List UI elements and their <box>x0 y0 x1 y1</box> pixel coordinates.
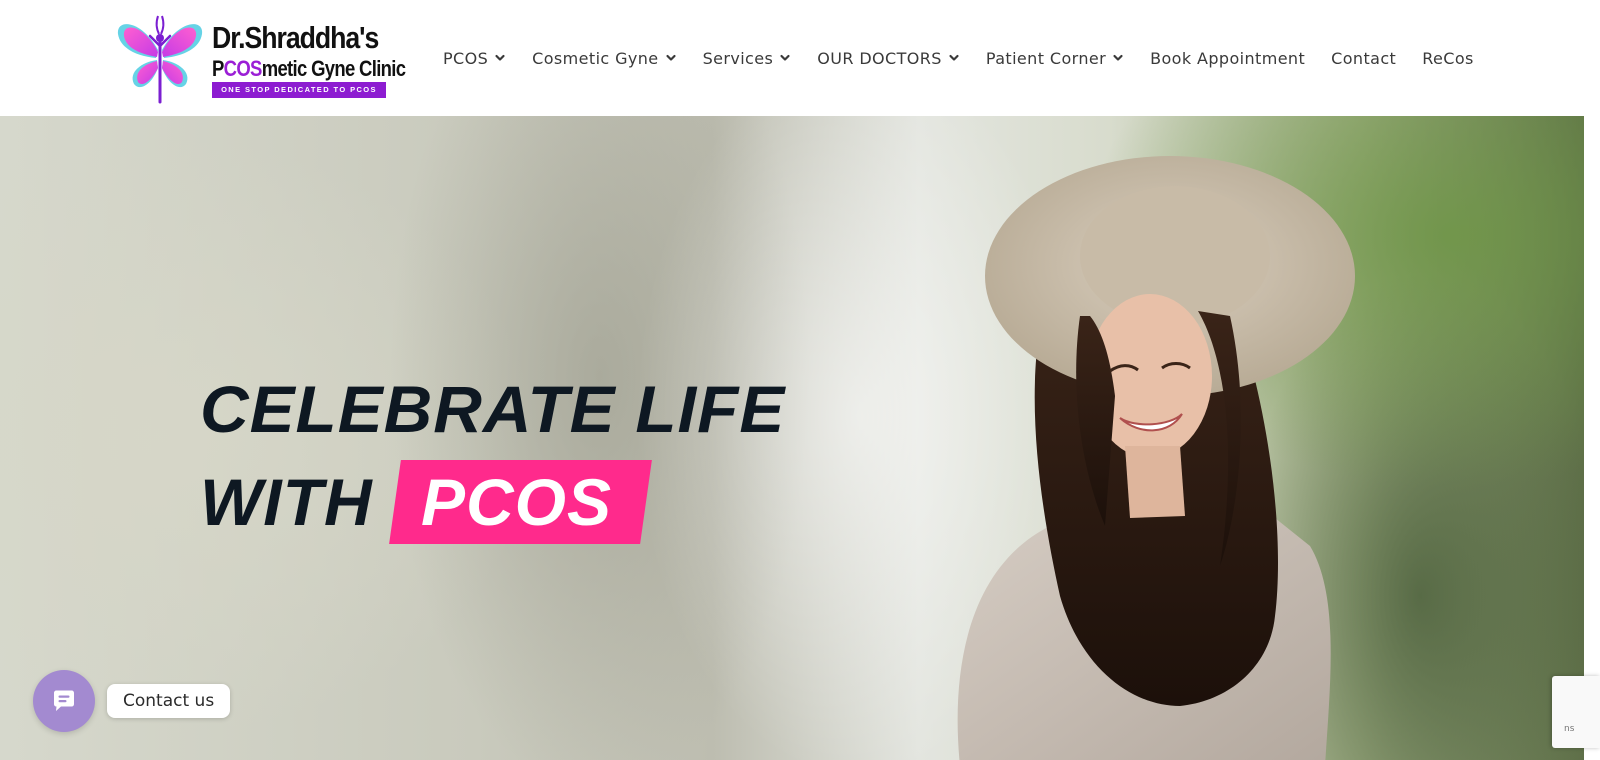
nav-label: Contact <box>1331 48 1397 68</box>
logo-doctor-name: Dr.Shraddha's <box>212 20 379 55</box>
chevron-down-icon <box>665 54 676 61</box>
site-header: Dr.Shraddha's PCOSmetic Gyne Clinic ONE … <box>0 0 1600 116</box>
page-scrollbar[interactable] <box>1584 116 1600 760</box>
recaptcha-badge[interactable]: ns <box>1552 676 1600 748</box>
headline-with-text: WITH <box>200 465 373 539</box>
nav-label: PCOS <box>443 48 489 68</box>
nav-label: ReCos <box>1422 48 1474 68</box>
chevron-down-icon <box>1113 54 1123 61</box>
nav-item-recos[interactable]: ReCos <box>1422 38 1474 78</box>
logo-sub-prefix: P <box>212 56 224 81</box>
nav-label: Patient Corner <box>985 48 1107 68</box>
chevron-down-icon <box>495 54 505 61</box>
nav-label: Book Appointment <box>1150 48 1306 68</box>
hero-headline: CELEBRATE LIFE WITH PCOS <box>200 376 784 544</box>
chevron-down-icon <box>949 54 959 61</box>
hero-banner: CELEBRATE LIFE WITH PCOS <box>0 116 1584 760</box>
headline-line-1: CELEBRATE LIFE <box>200 372 786 446</box>
main-navigation: PCOS Cosmetic Gyne Services OUR DOCTORS … <box>443 0 1474 116</box>
logo-sub-highlight: COS <box>223 56 263 81</box>
nav-item-our-doctors[interactable]: OUR DOCTORS <box>817 38 960 78</box>
butterfly-logo-icon <box>117 15 203 104</box>
hero-woman-image <box>957 156 1355 760</box>
chevron-down-icon <box>780 54 790 61</box>
nav-label: Services <box>702 48 774 68</box>
clinic-logo[interactable]: Dr.Shraddha's PCOSmetic Gyne Clinic ONE … <box>112 8 406 108</box>
logo-tagline: ONE STOP DEDICATED TO PCOS <box>212 82 386 98</box>
nav-item-book-appointment[interactable]: Book Appointment <box>1150 38 1305 78</box>
headline-line-2: WITH PCOS <box>200 460 774 544</box>
nav-label: OUR DOCTORS <box>817 48 942 68</box>
nav-item-cosmetic-gyne[interactable]: Cosmetic Gyne <box>532 38 676 78</box>
nav-item-patient-corner[interactable]: Patient Corner <box>986 38 1124 78</box>
pcos-highlight-badge: PCOS <box>388 460 652 544</box>
chat-icon <box>54 690 74 711</box>
nav-item-contact[interactable]: Contact <box>1331 38 1396 78</box>
nav-item-pcos[interactable]: PCOS <box>443 38 506 78</box>
contact-chat-button[interactable] <box>33 670 95 732</box>
contact-us-label[interactable]: Contact us <box>107 684 231 718</box>
logo-clinic-name: PCOSmetic Gyne Clinic <box>212 56 406 82</box>
nav-item-services[interactable]: Services <box>703 38 792 78</box>
nav-label: Cosmetic Gyne <box>532 48 659 68</box>
pcos-highlight-text: PCOS <box>420 465 612 539</box>
logo-sub-suffix: metic Gyne Clinic <box>261 56 406 81</box>
recaptcha-text: ns <box>1564 724 1575 734</box>
